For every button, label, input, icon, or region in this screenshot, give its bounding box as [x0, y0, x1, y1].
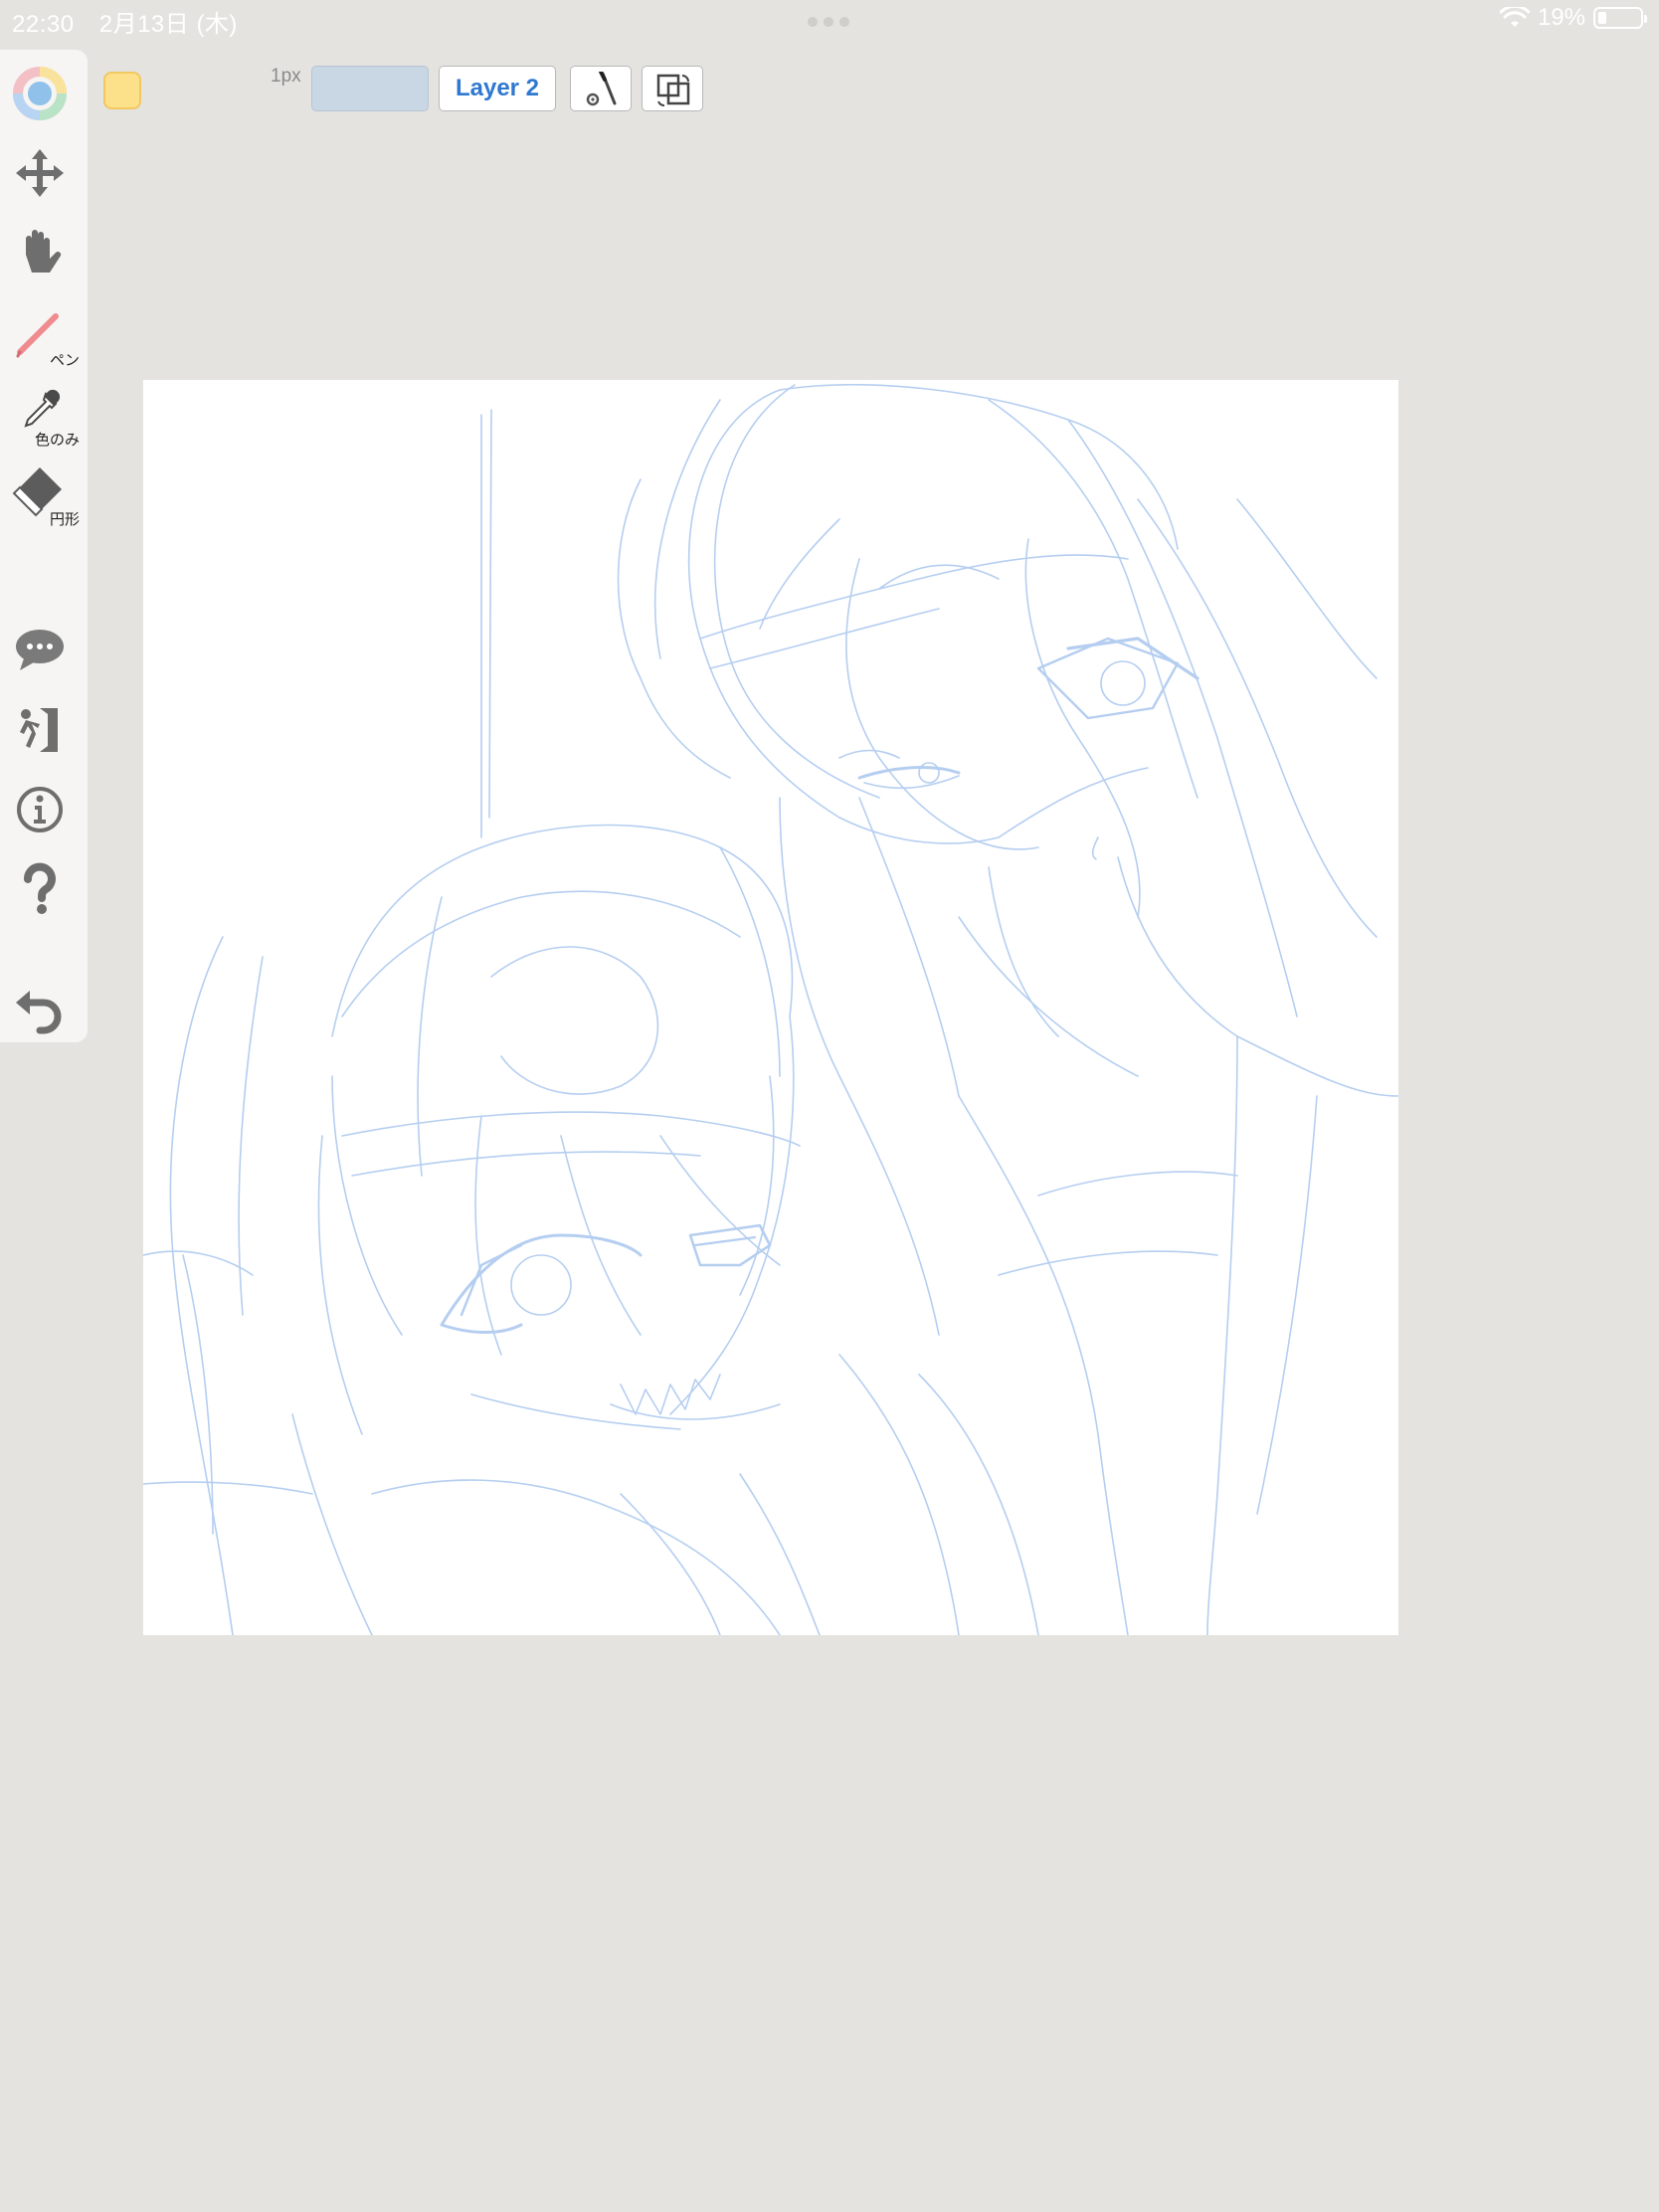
- eyedropper-tool-label: 色のみ: [34, 432, 80, 449]
- battery-fill: [1598, 12, 1606, 24]
- question-mark-icon: [24, 862, 56, 914]
- multitask-dots[interactable]: [808, 17, 849, 27]
- chat-bubble-icon: [16, 630, 64, 670]
- current-color-swatch[interactable]: [103, 72, 141, 109]
- drawing-canvas[interactable]: [143, 380, 1398, 1635]
- battery-percent: 19%: [1537, 4, 1585, 31]
- color-wheel-icon: [13, 67, 67, 120]
- layer-button[interactable]: Layer 2: [439, 66, 556, 111]
- move-arrows-icon: [16, 149, 64, 197]
- info-button[interactable]: [0, 778, 88, 847]
- sketch-layer: [143, 384, 1398, 1635]
- transform-icon: [656, 74, 690, 106]
- hand-icon: [26, 230, 62, 273]
- brush-settings-button[interactable]: [570, 66, 632, 111]
- status-time: 22:30: [12, 11, 75, 38]
- help-button[interactable]: [0, 857, 88, 927]
- tool-sidebar: ペン 色のみ 円形: [0, 50, 88, 1042]
- pen-tool-label: ペン: [49, 352, 80, 369]
- status-date: 2月13日 (木): [98, 11, 238, 38]
- pen-tool-button[interactable]: ペン: [0, 300, 88, 370]
- opacity-slider[interactable]: [311, 66, 429, 111]
- chat-button[interactable]: [0, 619, 88, 688]
- status-bar-left: 22:30 2月13日 (木): [12, 4, 256, 39]
- color-wheel-button[interactable]: [0, 62, 88, 131]
- eraser-tool-button[interactable]: 円形: [0, 460, 88, 529]
- move-tool-button[interactable]: [0, 141, 88, 211]
- eyedropper-tool-button[interactable]: 色のみ: [0, 380, 88, 450]
- brush-size-label[interactable]: 1px: [271, 66, 301, 88]
- status-bar-right: 19%: [1499, 4, 1647, 32]
- info-icon: [17, 787, 63, 832]
- exit-button[interactable]: [0, 698, 88, 768]
- exit-door-icon: [20, 708, 58, 752]
- battery-icon: [1593, 7, 1647, 29]
- hand-tool-button[interactable]: [0, 221, 88, 290]
- eraser-tool-label: 円形: [49, 511, 80, 528]
- wifi-icon: [1499, 7, 1530, 27]
- undo-button[interactable]: [0, 977, 88, 1046]
- undo-arrow-icon: [16, 991, 62, 1034]
- transform-button[interactable]: [642, 66, 703, 111]
- brush-gear-icon: [586, 72, 617, 106]
